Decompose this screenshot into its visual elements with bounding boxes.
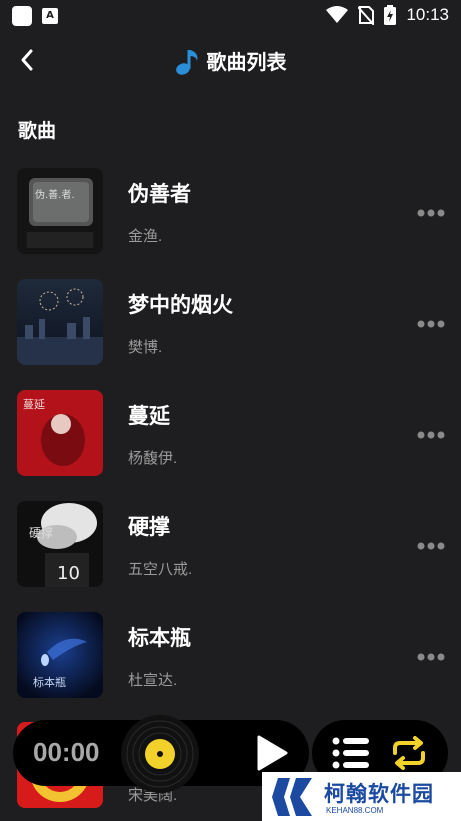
album-cover: 标本瓶 [17, 612, 103, 698]
song-title: 硬撑 [128, 516, 170, 539]
song-artist: 杨馥伊. [128, 450, 178, 467]
no-sim-icon [358, 6, 375, 25]
more-options-icon[interactable] [417, 208, 445, 218]
watermark-title: 柯翰软件园 [324, 783, 434, 806]
status-bar: A 10:13 [0, 0, 461, 32]
playback-time: 00:00 [33, 737, 100, 767]
app-icon [12, 6, 32, 26]
svg-text:蔓延: 蔓延 [23, 397, 45, 411]
list-item[interactable]: 蔓延 蔓延 杨馥伊. [0, 390, 461, 501]
song-title: 伪善者 [128, 183, 191, 206]
album-cover: 蔓延 [17, 390, 103, 476]
battery-charging-icon [384, 5, 397, 25]
watermark: 柯翰软件园 KEHAN88.COM [262, 772, 461, 821]
section-title: 歌曲 [18, 121, 57, 142]
song-title: 蔓延 [128, 405, 170, 428]
song-title: 标本瓶 [128, 627, 191, 650]
album-cover: 10 硬撑 [17, 501, 103, 587]
page-title: 歌曲列表 [206, 52, 287, 74]
song-artist: 樊博. [128, 339, 163, 356]
music-note-icon [175, 49, 197, 75]
watermark-subtitle: KEHAN88.COM [326, 806, 384, 815]
top-bar: 歌曲列表 [0, 38, 461, 82]
list-item[interactable]: 10 硬撑 硬撑 五空八戒. [0, 501, 461, 612]
svg-text:硬撑: 硬撑 [29, 525, 53, 540]
list-item[interactable]: 标本瓶 标本瓶 杜宣达. [0, 612, 461, 723]
more-options-icon[interactable] [417, 652, 445, 662]
song-artist: 金渔. [128, 228, 163, 245]
play-icon[interactable] [253, 734, 289, 772]
album-cover [17, 279, 103, 365]
song-list: 伪.善.者. 伪善者 金渔. 梦中的烟火 樊博. 蔓延 蔓延 杨馥伊. 10 硬… [0, 168, 461, 723]
album-cover: 伪.善.者. [17, 168, 103, 254]
wifi-icon [326, 6, 349, 23]
watermark-logo-icon [272, 778, 312, 816]
vinyl-record-icon[interactable] [120, 714, 200, 794]
list-item[interactable]: 伪.善.者. 伪善者 金渔. [0, 168, 461, 279]
list-item[interactable]: 梦中的烟火 樊博. [0, 279, 461, 390]
more-options-icon[interactable] [417, 541, 445, 551]
song-artist: 五空八戒. [128, 561, 193, 578]
svg-text:10: 10 [57, 563, 80, 584]
more-options-icon[interactable] [417, 430, 445, 440]
song-artist: 杜宣达. [128, 672, 178, 689]
repeat-icon[interactable] [389, 736, 429, 770]
more-options-icon[interactable] [417, 319, 445, 329]
svg-text:标本瓶: 标本瓶 [33, 675, 66, 689]
status-time: 10:13 [406, 5, 449, 24]
song-title: 梦中的烟火 [128, 294, 233, 317]
svg-text:伪.善.者.: 伪.善.者. [35, 188, 75, 201]
a-icon: A [42, 8, 58, 24]
playlist-icon[interactable] [332, 736, 370, 770]
